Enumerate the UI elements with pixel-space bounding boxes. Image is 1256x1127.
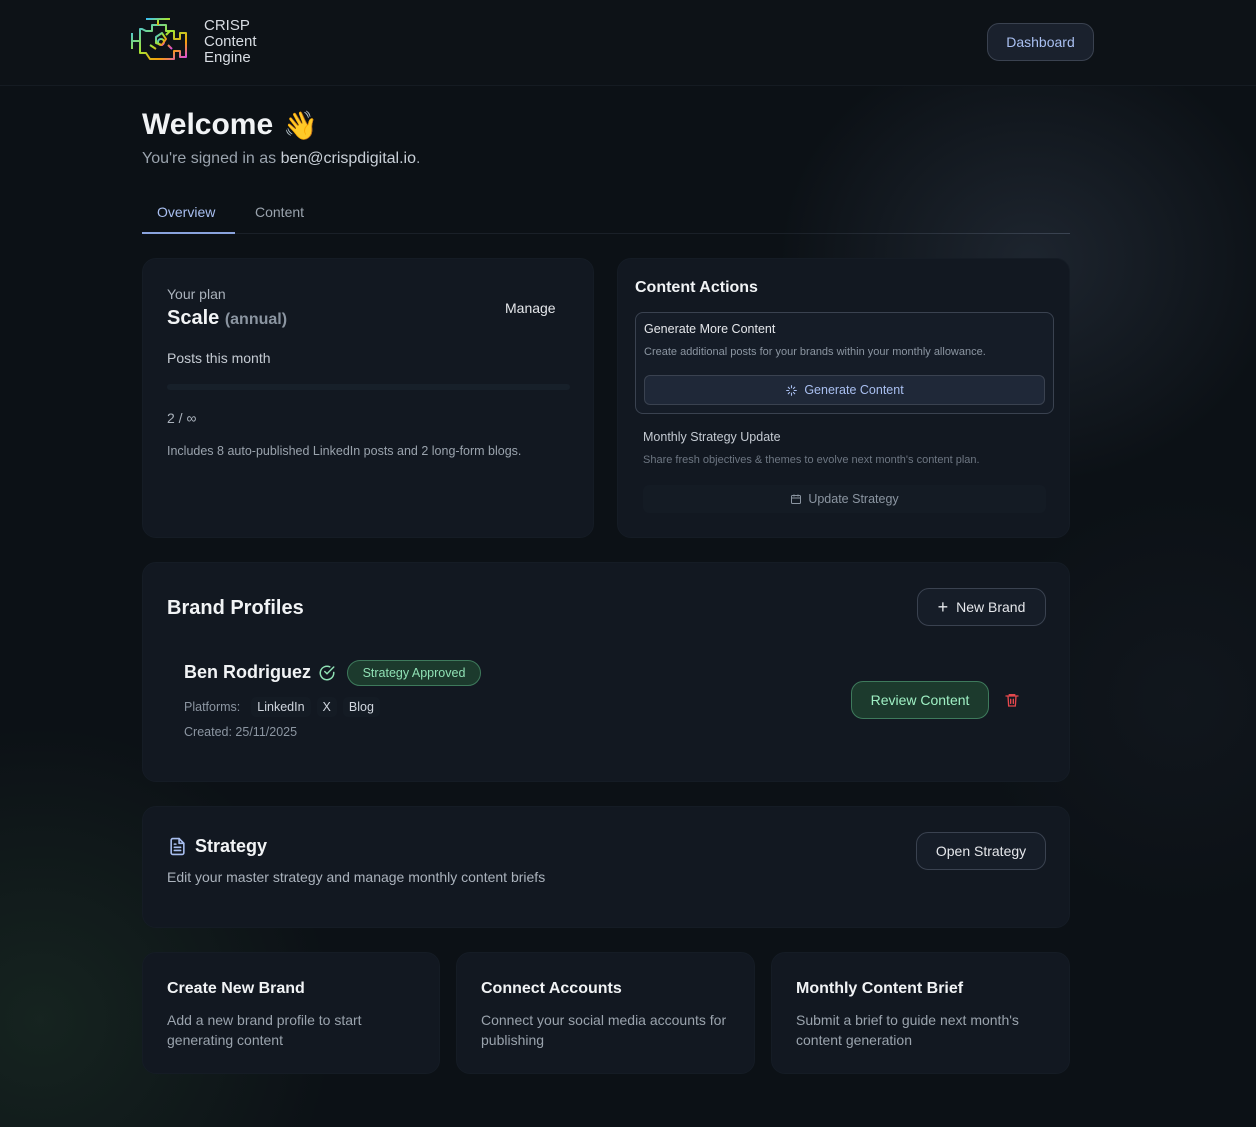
generate-content-button[interactable]: Generate Content [644,375,1045,405]
document-icon [168,836,187,862]
usage-progress-bar [167,384,570,390]
tab-content[interactable]: Content [255,204,304,220]
platforms-label: Platforms: [184,700,241,714]
platform-chip-blog: Blog [342,697,380,717]
plan-includes-text: Includes 8 auto-published LinkedIn posts… [167,444,522,458]
plan-label: Your plan [167,286,226,302]
manage-plan-link[interactable]: Manage [505,300,556,316]
brand-profiles-title: Brand Profiles [167,597,304,619]
top-bar: CRISP Content Engine Dashboard [0,0,1256,86]
plan-cycle: (annual) [224,311,288,328]
logo-wordmark: CRISP Content Engine [204,18,257,66]
content-actions-card: Content Actions Generate More Content Cr… [617,258,1070,538]
generate-button-label: Generate Content [804,383,904,397]
brand-profiles-card: Brand Profiles + New Brand Ben Rodriguez… [142,562,1070,782]
plan-name: Scale (annual) [167,307,287,330]
open-strategy-button[interactable]: Open Strategy [916,832,1046,870]
logo[interactable]: CRISP Content Engine [128,15,257,69]
tab-bar: Overview Content [142,194,1070,234]
usage-count: 2 / ∞ [167,410,197,426]
update-strategy-label: Update Strategy [808,492,899,506]
tab-divider [142,233,1070,234]
calendar-icon [790,493,802,505]
status-badge: Strategy Approved [347,660,481,686]
content-actions-title: Content Actions [635,279,758,296]
posts-this-month-label: Posts this month [167,350,271,366]
logo-line-3: Engine [204,49,251,66]
logo-line-1: CRISP [204,17,250,34]
plan-tier: Scale [167,307,220,329]
brand-name: Ben Rodriguez [184,662,312,682]
signed-in-text: You're signed in as ben@crispdigital.io. [142,150,420,168]
dashboard-button[interactable]: Dashboard [987,23,1094,61]
engine-logo-icon [131,18,187,60]
quick-link-connect-accounts[interactable]: Connect Accounts Connect your social med… [456,952,755,1074]
quick-link-monthly-brief[interactable]: Monthly Content Brief Submit a brief to … [771,952,1070,1074]
platform-chip-x: X [316,697,337,717]
quick-link-description: Add a new brand profile to start generat… [167,1012,362,1048]
signed-in-suffix: . [415,150,421,167]
new-brand-label: New Brand [956,599,1026,615]
strategy-card: Strategy Edit your master strategy and m… [142,806,1070,928]
generate-description: Create additional posts for your brands … [644,346,986,358]
welcome-text: Welcome [142,108,274,141]
logo-line-2: Content [204,33,257,50]
strategy-update-heading: Monthly Strategy Update [643,430,781,444]
quick-link-description: Submit a brief to guide next month's con… [796,1012,1019,1048]
plan-card: Your plan Scale (annual) Manage Posts th… [142,258,594,538]
generate-content-panel: Generate More Content Create additional … [635,312,1054,414]
brand-platforms: Platforms: LinkedIn X Blog [184,697,380,717]
update-strategy-button[interactable]: Update Strategy [643,485,1046,513]
user-email: ben@crispdigital.io [280,150,416,167]
quick-link-title: Connect Accounts [481,980,622,997]
strategy-description: Edit your master strategy and manage mon… [167,869,546,885]
page-title: Welcome 👋 [142,108,318,142]
platform-chip-linkedin: LinkedIn [251,697,311,717]
review-content-button[interactable]: Review Content [851,681,989,719]
active-tab-indicator [142,232,235,234]
generate-heading: Generate More Content [644,322,776,336]
strategy-title: Strategy [195,836,268,856]
new-brand-button[interactable]: + New Brand [917,588,1046,626]
quick-link-title: Monthly Content Brief [796,980,964,997]
sparkles-icon [785,384,798,397]
delete-brand-trash-icon[interactable] [1004,691,1020,714]
check-circle-icon [318,664,336,687]
quick-link-title: Create New Brand [167,980,305,997]
plus-icon: + [937,597,949,617]
quick-link-description: Connect your social media accounts for p… [481,1012,727,1048]
strategy-update-description: Share fresh objectives & themes to evolv… [643,454,980,466]
signed-in-prefix: You're signed in as [142,150,281,167]
brand-created-date: Created: 25/11/2025 [184,725,298,739]
waving-hand-icon: 👋 [283,109,319,141]
tab-overview[interactable]: Overview [157,204,215,220]
quick-link-create-brand[interactable]: Create New Brand Add a new brand profile… [142,952,440,1074]
